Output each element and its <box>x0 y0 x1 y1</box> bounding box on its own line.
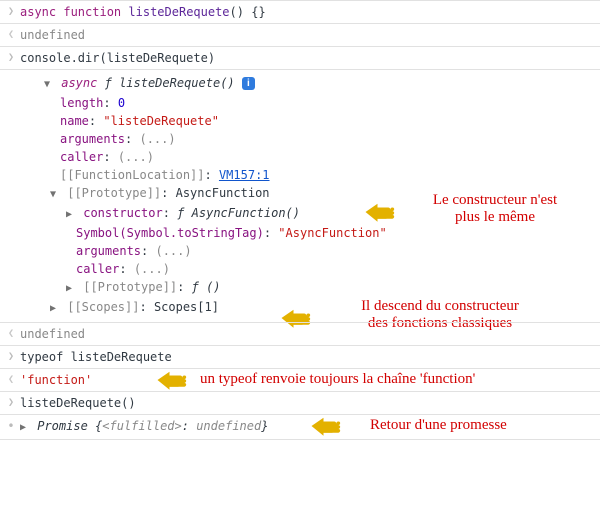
pointer-hand-icon <box>156 366 192 394</box>
prop-caller[interactable]: caller: (...) <box>44 260 596 278</box>
prop-symbol-tostringtag[interactable]: Symbol(Symbol.toStringTag): "AsyncFuncti… <box>44 224 596 242</box>
expand-toggle-icon[interactable]: ▼ <box>44 76 54 94</box>
console-output-row: undefined <box>0 322 600 345</box>
vm-link[interactable]: VM157:1 <box>219 168 270 182</box>
annotation-typeof: un typeof renvoie toujours la chaîne 'fu… <box>200 371 540 388</box>
result-string: 'function' <box>20 373 92 387</box>
input-marker-icon <box>4 348 18 366</box>
console-output-row: undefined <box>0 23 600 46</box>
object-tree: ▼ async ƒ listeDeRequete() i length: 0 n… <box>20 74 596 318</box>
output-marker-icon <box>4 26 18 44</box>
code-line: listeDeRequete() <box>20 396 136 410</box>
input-marker-icon <box>4 3 18 21</box>
code-line: typeof listeDeRequete <box>20 350 172 364</box>
result-undefined: undefined <box>20 327 85 341</box>
prop-caller[interactable]: caller: (...) <box>44 148 596 166</box>
code-line: console.dir(listeDeRequete) <box>20 51 215 65</box>
expand-toggle-icon[interactable]: ▶ <box>20 419 30 437</box>
annotation-promise: Retour d'une promesse <box>370 417 570 434</box>
prop-arguments[interactable]: arguments: (...) <box>44 242 596 260</box>
info-icon[interactable]: i <box>242 77 255 90</box>
prop-arguments[interactable]: arguments: (...) <box>44 130 596 148</box>
output-marker-icon <box>4 371 18 389</box>
prop-constructor[interactable]: ▶ constructor: ƒ AsyncFunction() <box>44 204 596 224</box>
prop-scopes[interactable]: ▶ [[Scopes]]: Scopes[1] <box>44 298 596 318</box>
object-header[interactable]: ▼ async ƒ listeDeRequete() i <box>44 74 596 94</box>
input-marker-icon <box>4 49 18 67</box>
prop-function-location[interactable]: [[FunctionLocation]]: VM157:1 <box>44 166 596 184</box>
prop-name[interactable]: name: "listeDeRequete" <box>44 112 596 130</box>
log-marker-icon <box>4 417 18 437</box>
console-input-row: async function listeDeRequete() {} <box>0 0 600 23</box>
console-output-row: ▶ Promise {<fulfilled>: undefined} Retou… <box>0 414 600 440</box>
console-output-row: 'function' un typeof renvoie toujours la… <box>0 368 600 391</box>
prop-prototype[interactable]: ▼ [[Prototype]]: AsyncFunction <box>44 184 596 204</box>
pointer-hand-icon <box>310 412 346 440</box>
code-keyword: async <box>20 5 56 19</box>
function-glyph: ƒ <box>105 76 112 90</box>
code-keyword: async <box>61 76 97 90</box>
code-fn-name: listeDeRequete <box>128 5 229 19</box>
console-input-row: listeDeRequete() <box>0 391 600 414</box>
expand-toggle-icon[interactable]: ▶ <box>50 300 60 318</box>
expand-toggle-icon[interactable]: ▶ <box>66 206 76 224</box>
expand-toggle-icon[interactable]: ▼ <box>50 186 60 204</box>
console-object-row: ▼ async ƒ listeDeRequete() i length: 0 n… <box>0 69 600 322</box>
prop-prototype-inner[interactable]: ▶ [[Prototype]]: ƒ () <box>44 278 596 298</box>
expand-toggle-icon[interactable]: ▶ <box>66 280 76 298</box>
code-keyword: function <box>63 5 121 19</box>
console-input-row: typeof listeDeRequete <box>0 345 600 368</box>
code-suffix: () {} <box>230 5 266 19</box>
output-marker-icon <box>4 325 18 343</box>
input-marker-icon <box>4 394 18 412</box>
result-promise[interactable]: Promise {<fulfilled>: undefined} <box>37 419 268 433</box>
function-name: listeDeRequete() <box>119 76 235 90</box>
result-undefined: undefined <box>20 28 85 42</box>
prop-length[interactable]: length: 0 <box>44 94 596 112</box>
console-input-row: console.dir(listeDeRequete) <box>0 46 600 69</box>
